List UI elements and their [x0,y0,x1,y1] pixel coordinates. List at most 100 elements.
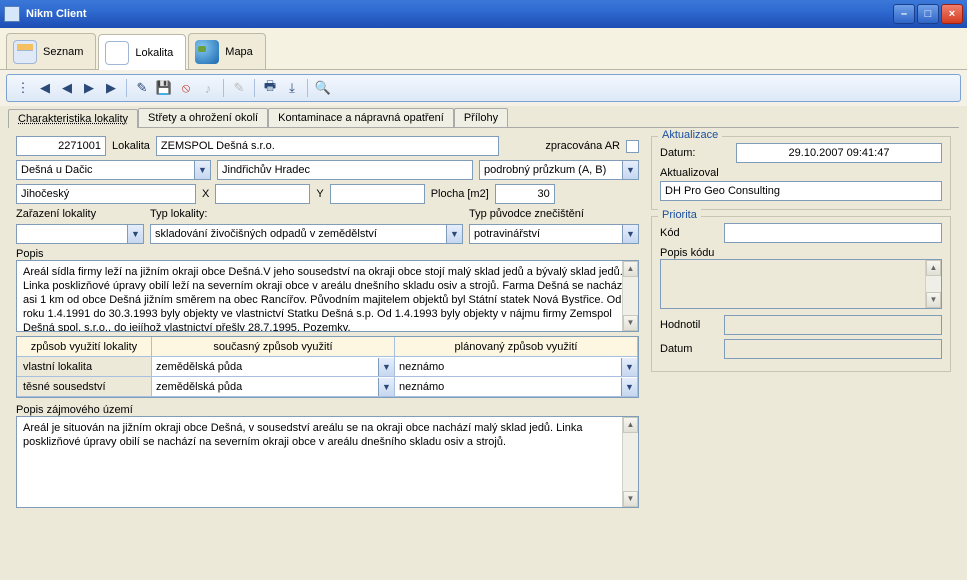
datum2-input[interactable] [724,339,942,359]
zarazeni-label: Zařazení lokality [16,208,96,220]
table-row: těsné sousedství zemědělská půda▼ neznám… [17,377,638,397]
chevron-down-icon: ▼ [622,161,638,179]
tab-lokalita-label: Lokalita [135,47,173,59]
scroll-down-icon[interactable]: ▼ [623,491,638,507]
datum2-label: Datum [660,343,718,355]
sub-tabs: Charakteristika lokality Střety a ohrože… [0,106,967,127]
maximize-button[interactable]: □ [917,4,939,24]
id-input[interactable]: 2271001 [16,136,106,156]
popis-zaj-label: Popis zájmového území [16,404,133,416]
tab-mapa-label: Mapa [225,46,253,58]
soucasny-combo[interactable]: zemědělská půda▼ [152,377,394,396]
priorita-legend: Priorita [658,209,701,221]
zpracovana-ar-checkbox[interactable] [626,140,639,153]
edit-button[interactable]: ✎ [132,78,152,98]
aktualizoval-label: Aktualizoval [660,167,719,179]
scroll-up-icon[interactable]: ▲ [623,417,638,433]
kod-input[interactable] [724,223,942,243]
aktualizoval-input[interactable]: DH Pro Geo Consulting [660,181,942,201]
typ-lokality-combo[interactable]: skladování živočišných odpadů v zeměděls… [150,224,463,244]
toolbar: ⋮ ◀ ◀ ▶ ▶ ✎ 💾 ⦸ ♪ ✎ 🖶 ⤓ 🔍 [6,74,961,102]
close-button[interactable]: × [941,4,963,24]
soucasny-combo[interactable]: zemědělská půda▼ [152,357,394,376]
usage-table: způsob využití lokality současný způsob … [16,336,639,398]
x-input[interactable] [215,184,310,204]
chevron-down-icon: ▼ [621,378,637,396]
chevron-down-icon: ▼ [622,225,638,243]
minimize-button[interactable]: – [893,4,915,24]
kod-label: Kód [660,227,718,239]
popis-textarea[interactable]: Areál sídla firmy leží na jižním okraji … [16,260,639,332]
pruzkum-combo[interactable]: podrobný průzkum (A, B) ▼ [479,160,639,180]
scroll-down-icon[interactable]: ▼ [926,292,941,308]
popis-kodu-label: Popis kódu [660,247,714,259]
typ-puvodce-combo[interactable]: potravinářství ▼ [469,224,639,244]
titlebar: Nikm Client – □ × [0,0,967,28]
nav-first-button[interactable]: ◀ [35,78,55,98]
save-button[interactable]: 💾 [154,78,174,98]
zarazeni-combo[interactable]: ▼ [16,224,144,244]
table-row: vlastní lokalita zemědělská půda▼ neznám… [17,357,638,377]
plocha-input[interactable]: 30 [495,184,555,204]
col-zpusob: způsob využití lokality [17,337,152,357]
chevron-down-icon: ▼ [378,378,394,396]
typ-puvodce-value: potravinářství [474,228,540,240]
window-title: Nikm Client [26,8,891,20]
typ-lokality-label: Typ lokality: [150,208,207,220]
datum-input[interactable]: 29.10.2007 09:41:47 [736,143,942,163]
attach-icon[interactable]: ✎ [229,78,249,98]
tab-mapa[interactable]: Mapa [188,33,266,69]
scrollbar[interactable]: ▲ ▼ [622,261,638,331]
tab-seznam[interactable]: Seznam [6,33,96,69]
lokalita-input[interactable]: ZEMSPOL Dešná s.r.o. [156,136,499,156]
subtab-prilohy[interactable]: Přílohy [454,108,508,127]
lokalita-label: Lokalita [112,140,150,152]
print-button[interactable]: 🖶 [260,78,280,98]
scroll-down-icon[interactable]: ▼ [623,315,638,331]
subtab-strety[interactable]: Střety a ohrožení okolí [138,108,268,127]
music-icon[interactable]: ♪ [198,78,218,98]
hodnotil-input[interactable] [724,315,942,335]
nav-last-button[interactable]: ▶ [101,78,121,98]
okres-input[interactable]: Jindřichův Hradec [217,160,473,180]
nav-prev-button[interactable]: ◀ [57,78,77,98]
app-icon [4,6,20,22]
scrollbar[interactable]: ▲ ▼ [925,260,941,308]
scrollbar[interactable]: ▲ ▼ [622,417,638,507]
main-tabs: Seznam Lokalita Mapa [0,28,967,70]
popis-kodu-textarea[interactable]: ▲ ▼ [660,259,942,309]
typ-lokality-value: skladování živočišných odpadů v zeměděls… [155,228,377,240]
search-button[interactable]: 🔍 [313,78,333,98]
subtab-charakteristika[interactable]: Charakteristika lokality [8,109,138,128]
aktualizace-legend: Aktualizace [658,129,722,141]
y-label: Y [316,188,323,200]
y-input[interactable] [330,184,425,204]
datum-label: Datum: [660,147,730,159]
scroll-up-icon[interactable]: ▲ [926,260,941,276]
popis-zaj-textarea[interactable]: Areál je situován na jižním okraji obce … [16,416,639,508]
globe-icon [195,40,219,64]
obec-value: Dešná u Dačic [21,164,93,176]
aktualizace-fieldset: Aktualizace Datum: 29.10.2007 09:41:47 A… [651,136,951,210]
obec-combo[interactable]: Dešná u Dačic ▼ [16,160,211,180]
chevron-down-icon: ▼ [194,161,210,179]
scroll-up-icon[interactable]: ▲ [623,261,638,277]
col-planovany: plánovaný způsob využití [395,337,638,357]
cancel-button[interactable]: ⦸ [176,78,196,98]
planovany-combo[interactable]: neznámo▼ [395,377,637,396]
chevron-down-icon: ▼ [127,225,143,243]
plocha-label: Plocha [m2] [431,188,489,200]
hodnotil-label: Hodnotil [660,319,718,331]
nav-menu-button[interactable]: ⋮ [13,78,33,98]
tab-lokalita[interactable]: Lokalita [98,34,186,70]
export-button[interactable]: ⤓ [282,78,302,98]
subtab-kontaminace[interactable]: Kontaminace a nápravná opatření [268,108,454,127]
nav-next-button[interactable]: ▶ [79,78,99,98]
tab-seznam-label: Seznam [43,46,83,58]
popis-text: Areál sídla firmy leží na jižním okraji … [23,266,625,332]
pruzkum-value: podrobný průzkum (A, B) [484,164,606,176]
planovany-combo[interactable]: neznámo▼ [395,357,637,376]
kraj-input[interactable]: Jihočeský [16,184,196,204]
popis-label: Popis [16,248,44,260]
x-label: X [202,188,209,200]
